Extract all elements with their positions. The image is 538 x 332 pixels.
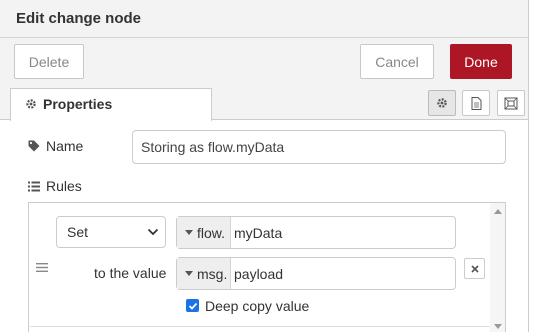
tag-icon [28, 140, 40, 152]
scroll-up-arrow-icon[interactable] [494, 209, 502, 214]
tab-properties[interactable]: Properties [10, 88, 212, 121]
node-properties-button[interactable] [428, 90, 456, 116]
rules-scrollbar[interactable] [490, 203, 505, 332]
done-button[interactable]: Done [450, 44, 512, 79]
caret-down-icon [185, 230, 193, 235]
window-edge [528, 0, 538, 332]
caret-down-icon [185, 271, 193, 276]
dialog-title: Edit change node [16, 10, 142, 27]
deep-copy-checkbox[interactable] [186, 299, 199, 312]
target-type-label: flow. [197, 224, 226, 241]
name-input[interactable] [132, 130, 506, 164]
node-appearance-button[interactable] [497, 90, 525, 116]
target-value: myData [234, 224, 283, 241]
gear-icon [26, 99, 36, 109]
delete-button[interactable]: Delete [14, 44, 84, 79]
rules-label-text: Rules [46, 178, 82, 194]
list-icon [28, 181, 40, 191]
cancel-button[interactable]: Cancel [360, 44, 434, 79]
target-type-selector[interactable]: flow. [177, 217, 231, 248]
scroll-down-arrow-icon[interactable] [494, 324, 502, 329]
name-label-text: Name [46, 138, 84, 154]
rule-source-input[interactable]: msg. payload [176, 257, 456, 290]
source-value: payload [234, 265, 284, 282]
chevron-down-icon [147, 228, 159, 236]
to-value-label: to the value [94, 265, 167, 281]
rule-action-value: Set [67, 224, 89, 240]
drag-handle-icon[interactable] [36, 263, 48, 272]
node-description-button[interactable] [462, 90, 490, 116]
source-type-label: msg. [197, 265, 228, 282]
remove-rule-button[interactable] [464, 258, 485, 279]
document-icon [471, 96, 481, 110]
tab-properties-label: Properties [43, 96, 113, 112]
appearance-icon [504, 97, 518, 109]
gear-icon [437, 98, 447, 108]
rule-action-select[interactable]: Set [56, 216, 166, 248]
close-icon [470, 264, 479, 273]
name-label: Name [28, 138, 83, 154]
source-type-selector[interactable]: msg. [177, 258, 231, 289]
deep-copy-label[interactable]: Deep copy value [205, 298, 309, 314]
checkmark-icon [188, 302, 197, 310]
rule-target-input[interactable]: flow. myData [176, 216, 456, 249]
rule-divider [30, 326, 490, 327]
rules-label: Rules [28, 178, 82, 194]
